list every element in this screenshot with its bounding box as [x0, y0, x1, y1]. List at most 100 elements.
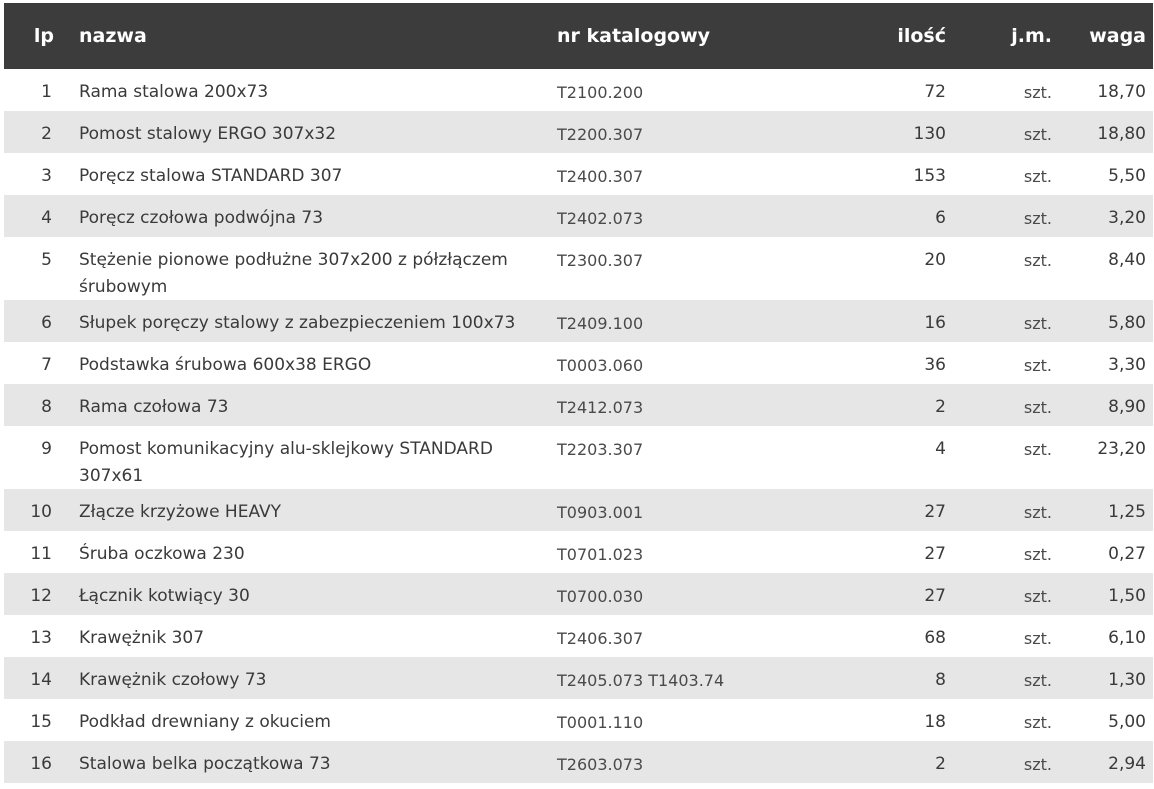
cell-name: Krawężnik 307 [79, 628, 205, 648]
cell-catalog: T0003.060 [557, 356, 644, 375]
cell-unit: szt. [1023, 314, 1052, 333]
table-row: 2 Pomost stalowy ERGO 307x32 T2200.307 130 s… [4, 111, 1153, 153]
cell-name: Stalowa belka początkowa 73 [79, 754, 331, 774]
cell-catalog: T2406.307 [557, 629, 644, 648]
table-row: 15 Podkład drewniany z okuciem T0001.110 18… [4, 699, 1153, 741]
cell-unit: szt. [1023, 503, 1052, 522]
cell-catalog: T2400.307 [557, 167, 644, 186]
cell-qty: 27 [924, 544, 946, 564]
cell-weight: 0,27 [1108, 544, 1146, 564]
cell-qty: 72 [924, 82, 946, 102]
cell-qty: 68 [924, 628, 946, 648]
table-row: 12 Łącznik kotwiący 30 T0700.030 27 szt. 1,50 [4, 573, 1153, 615]
cell-weight: 18,80 [1097, 124, 1146, 144]
cell-lp: 12 [30, 586, 52, 606]
cell-weight: 8,40 [1108, 250, 1146, 270]
table-row: 16 Stalowa belka początkowa 73 T2603.073 2 s… [4, 741, 1153, 783]
table-row: 6 Słupek poręczy stalowy z zabezpieczenie… [4, 300, 1153, 342]
cell-weight: 1,30 [1108, 670, 1146, 690]
cell-qty: 153 [913, 166, 946, 186]
cell-catalog: T0903.001 [557, 503, 644, 522]
cell-qty: 6 [935, 208, 946, 228]
table-row: 3 Poręcz stalowa STANDARD 307 T2400.307 153… [4, 153, 1153, 195]
cell-name: Słupek poręczy stalowy z zabezpieczeniem… [79, 313, 516, 333]
cell-lp: 11 [30, 544, 52, 564]
cell-weight: 3,20 [1108, 208, 1146, 228]
cell-catalog: T2203.307 [557, 440, 644, 459]
parts-table: lp nazwa nr katalogowy ilość j.m. waga 1… [4, 3, 1153, 783]
cell-lp: 4 [41, 208, 52, 228]
cell-unit: szt. [1023, 440, 1052, 459]
table-row: 14 Krawężnik czołowy 73 T2405.073 T1403.74… [4, 657, 1153, 699]
cell-unit: szt. [1023, 125, 1052, 144]
cell-weight: 23,20 [1097, 439, 1146, 459]
table-row: 7 Podstawka śrubowa 600x38 ERGO T0003.060 3… [4, 342, 1153, 384]
cell-weight: 2,94 [1108, 754, 1146, 774]
cell-qty: 27 [924, 586, 946, 606]
cell-unit: szt. [1023, 83, 1052, 102]
cell-lp: 14 [30, 670, 52, 690]
cell-unit: szt. [1023, 671, 1052, 690]
table-row: 4 Poręcz czołowa podwójna 73 T2402.073 6 szt… [4, 195, 1153, 237]
cell-qty: 16 [924, 313, 946, 333]
cell-lp: 6 [41, 313, 52, 333]
table-row: 13 Krawężnik 307 T2406.307 68 szt. 6,10 [4, 615, 1153, 657]
cell-catalog: T2412.073 [557, 398, 644, 417]
cell-name: Śruba oczkowa 230 [79, 544, 245, 564]
cell-weight: 1,50 [1108, 586, 1146, 606]
cell-unit: szt. [1023, 629, 1052, 648]
cell-unit: szt. [1023, 755, 1052, 774]
table-header: lp nazwa nr katalogowy ilość j.m. waga [4, 3, 1153, 69]
cell-weight: 3,30 [1108, 355, 1146, 375]
cell-weight: 1,25 [1108, 502, 1146, 522]
cell-name: Złącze krzyżowe HEAVY [79, 502, 282, 522]
cell-catalog: T2402.073 [557, 209, 644, 228]
cell-catalog: T0701.023 [557, 545, 644, 564]
cell-weight: 8,90 [1108, 397, 1146, 417]
cell-qty: 2 [935, 754, 946, 774]
cell-catalog: T0001.110 [557, 713, 644, 732]
cell-qty: 18 [924, 712, 946, 732]
cell-lp: 10 [30, 502, 52, 522]
cell-catalog: T2200.307 [557, 125, 644, 144]
cell-name: Stężenie pionowe podłużne 307x200 z półz… [79, 250, 508, 297]
cell-name: Podkład drewniany z okuciem [79, 712, 331, 732]
cell-unit: szt. [1023, 251, 1052, 270]
table-body: 1 Rama stalowa 200x73 T2100.200 72 szt. 18,70… [4, 69, 1153, 783]
cell-name: Poręcz czołowa podwójna 73 [79, 208, 324, 228]
cell-qty: 8 [935, 670, 946, 690]
cell-unit: szt. [1023, 209, 1052, 228]
cell-lp: 7 [41, 355, 52, 375]
cell-name: Krawężnik czołowy 73 [79, 670, 267, 690]
cell-unit: szt. [1023, 713, 1052, 732]
cell-unit: szt. [1023, 398, 1052, 417]
header-name: nazwa [79, 25, 147, 47]
cell-lp: 9 [41, 439, 52, 459]
cell-lp: 1 [41, 82, 52, 102]
cell-catalog: T2603.073 [557, 755, 644, 774]
cell-qty: 130 [913, 124, 946, 144]
cell-qty: 20 [924, 250, 946, 270]
header-weight: waga [1089, 25, 1146, 47]
table-row: 9 Pomost komunikacyjny alu-sklejkowy STAN… [4, 426, 1153, 489]
cell-qty: 36 [924, 355, 946, 375]
cell-name: Podstawka śrubowa 600x38 ERGO [79, 355, 372, 375]
table-row: 8 Rama czołowa 73 T2412.073 2 szt. 8,90 [4, 384, 1153, 426]
header-unit: j.m. [1011, 25, 1052, 47]
cell-weight: 5,80 [1108, 313, 1146, 333]
cell-unit: szt. [1023, 587, 1052, 606]
cell-weight: 5,50 [1108, 166, 1146, 186]
cell-weight: 5,00 [1108, 712, 1146, 732]
cell-lp: 16 [30, 754, 52, 774]
cell-unit: szt. [1023, 545, 1052, 564]
header-catalog: nr katalogowy [557, 25, 711, 47]
cell-catalog: T2100.200 [557, 83, 644, 102]
table-row: 1 Rama stalowa 200x73 T2100.200 72 szt. 18,70 [4, 69, 1153, 111]
cell-lp: 13 [30, 628, 52, 648]
cell-weight: 18,70 [1097, 82, 1146, 102]
cell-catalog: T2300.307 [557, 251, 644, 270]
table-row: 11 Śruba oczkowa 230 T0701.023 27 szt. 0,27 [4, 531, 1153, 573]
header-qty: ilość [897, 25, 946, 47]
cell-lp: 8 [41, 397, 52, 417]
cell-name: Rama stalowa 200x73 [79, 82, 269, 102]
